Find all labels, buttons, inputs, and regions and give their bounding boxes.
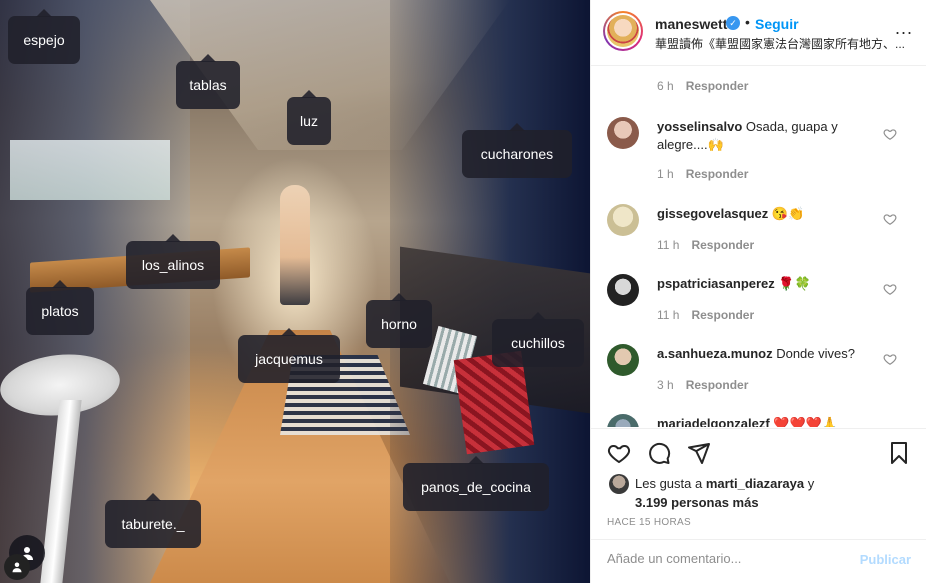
comment-time: 6 h xyxy=(657,79,674,93)
product-tag-cuchillos[interactable]: cuchillos xyxy=(492,312,584,367)
product-tag-taburete[interactable]: taburete._ xyxy=(105,493,201,548)
comments-list[interactable]: 6 h Responder yosselinsalvo Osada, guapa … xyxy=(591,67,926,427)
post-header: maneswett ✓ • Seguir 華盟讀佈《華盟國家憲法台灣國家所有地方… xyxy=(591,0,926,66)
liker-username[interactable]: marti_diazaraya xyxy=(706,476,804,491)
tag-label: panos_de_cocina xyxy=(421,479,531,495)
comment-text: a.sanhueza.munoz Donde vives? xyxy=(657,345,877,363)
commenter-avatar[interactable] xyxy=(607,414,639,427)
product-tag-horno[interactable]: horno xyxy=(366,293,432,348)
bookmark-icon[interactable] xyxy=(887,441,911,465)
comment-text: gissegovelasquez 😘👏 xyxy=(657,205,877,223)
reply-button[interactable]: Responder xyxy=(691,238,754,252)
likes-middle: y xyxy=(804,476,815,491)
tag-label: jacquemus xyxy=(255,351,323,367)
comment-icon[interactable] xyxy=(647,441,671,465)
like-comment-heart-icon[interactable] xyxy=(883,282,897,296)
tag-label: taburete._ xyxy=(121,516,185,532)
comment-body: 🌹🍀 xyxy=(778,276,811,291)
commenter-avatar[interactable] xyxy=(607,117,639,149)
post-media[interactable]: espejo tablas luz cucharones los_alinos … xyxy=(0,0,590,583)
likes-prefix: Les gusta a xyxy=(635,476,706,491)
commenter-avatar[interactable] xyxy=(607,204,639,236)
tag-label: luz xyxy=(300,113,318,129)
likes-summary: Les gusta a marti_diazaraya y 3.199 pers… xyxy=(591,470,926,510)
product-tag-luz[interactable]: luz xyxy=(287,90,331,145)
comment-body: ❤️❤️❤️🙏 xyxy=(773,416,839,427)
post-side-panel: maneswett ✓ • Seguir 華盟讀佈《華盟國家憲法台灣國家所有地方… xyxy=(590,0,926,583)
product-tag-jacquemus[interactable]: jacquemus xyxy=(238,328,340,383)
commenter-avatar[interactable] xyxy=(607,274,639,306)
product-tag-los-alinos[interactable]: los_alinos xyxy=(126,234,220,289)
comment-text: mariadelgonzalezf ❤️❤️❤️🙏 xyxy=(657,415,877,427)
tag-label: cuchillos xyxy=(511,335,565,351)
tag-label: horno xyxy=(381,316,417,332)
reply-button[interactable]: Responder xyxy=(686,378,749,392)
commenter-username[interactable]: yosselinsalvo xyxy=(657,119,742,134)
reply-button[interactable]: Responder xyxy=(686,79,749,93)
commenter-username[interactable]: a.sanhueza.munoz xyxy=(657,346,773,361)
comment-body: 😘👏 xyxy=(771,206,805,221)
likes-count[interactable]: 3.199 personas más xyxy=(635,495,759,510)
likes-text: Les gusta a marti_diazaraya y 3.199 pers… xyxy=(635,474,885,512)
commenter-avatar[interactable] xyxy=(607,344,639,376)
comment-meta: 3 h Responder xyxy=(657,378,748,392)
commenter-username[interactable]: pspatriciasanperez xyxy=(657,276,775,291)
commenter-username[interactable]: gissegovelasquez xyxy=(657,206,768,221)
liker-avatar[interactable] xyxy=(609,474,629,494)
product-tag-tablas[interactable]: tablas xyxy=(176,54,240,109)
post-actions xyxy=(591,428,926,476)
comment-meta: 6 h Responder xyxy=(657,79,748,93)
verified-badge-icon: ✓ xyxy=(726,16,740,30)
more-options-icon[interactable]: ... xyxy=(895,18,913,39)
post-timestamp[interactable]: HACE 15 HORAS xyxy=(607,517,691,528)
comment-time: 1 h xyxy=(657,167,674,181)
share-icon[interactable] xyxy=(687,441,711,465)
header-separator: • xyxy=(745,14,750,30)
user-icon xyxy=(12,562,22,573)
comment-time: 3 h xyxy=(657,378,674,392)
author-avatar-image xyxy=(607,15,639,47)
tag-label: tablas xyxy=(189,77,227,93)
comment-time: 11 h xyxy=(657,238,680,252)
product-tag-cucharones[interactable]: cucharones xyxy=(462,123,572,178)
like-comment-heart-icon[interactable] xyxy=(883,212,897,226)
comment-text: yosselinsalvo Osada, guapa y alegre....🙌 xyxy=(657,118,877,154)
heart-icon[interactable] xyxy=(607,441,631,465)
user-tags-button-secondary[interactable] xyxy=(4,554,30,580)
tag-label: cucharones xyxy=(480,146,554,162)
like-comment-heart-icon[interactable] xyxy=(883,352,897,366)
commenter-username[interactable]: mariadelgonzalezf xyxy=(657,416,770,427)
product-tag-panos-de-cocina[interactable]: panos_de_cocina xyxy=(403,456,549,511)
header-subtitle[interactable]: 華盟讀佈《華盟國家憲法台灣國家所有地方、... xyxy=(655,35,905,52)
publish-button[interactable]: Publicar xyxy=(860,552,911,567)
comment-meta: 11 h Responder xyxy=(657,308,754,322)
tag-label: platos xyxy=(41,303,79,319)
tag-label: espejo xyxy=(23,32,65,48)
comment-text: pspatriciasanperez 🌹🍀 xyxy=(657,275,877,293)
comment-meta: 11 h Responder xyxy=(657,238,754,252)
author-username[interactable]: maneswett xyxy=(655,16,727,32)
media-window xyxy=(10,140,170,200)
media-person xyxy=(280,185,310,305)
comment-body: Donde vives? xyxy=(776,346,855,361)
product-tag-espejo[interactable]: espejo xyxy=(8,9,80,64)
reply-button[interactable]: Responder xyxy=(686,167,749,181)
comment-time: 11 h xyxy=(657,308,680,322)
author-avatar[interactable] xyxy=(603,11,643,51)
product-tag-platos[interactable]: platos xyxy=(26,280,94,335)
tag-label: los_alinos xyxy=(141,257,205,273)
comment-input[interactable] xyxy=(607,551,837,566)
reply-button[interactable]: Responder xyxy=(691,308,754,322)
follow-button[interactable]: Seguir xyxy=(755,16,799,32)
add-comment-bar: Publicar xyxy=(591,539,926,583)
comment-meta: 1 h Responder xyxy=(657,167,748,181)
like-comment-heart-icon[interactable] xyxy=(883,127,897,141)
